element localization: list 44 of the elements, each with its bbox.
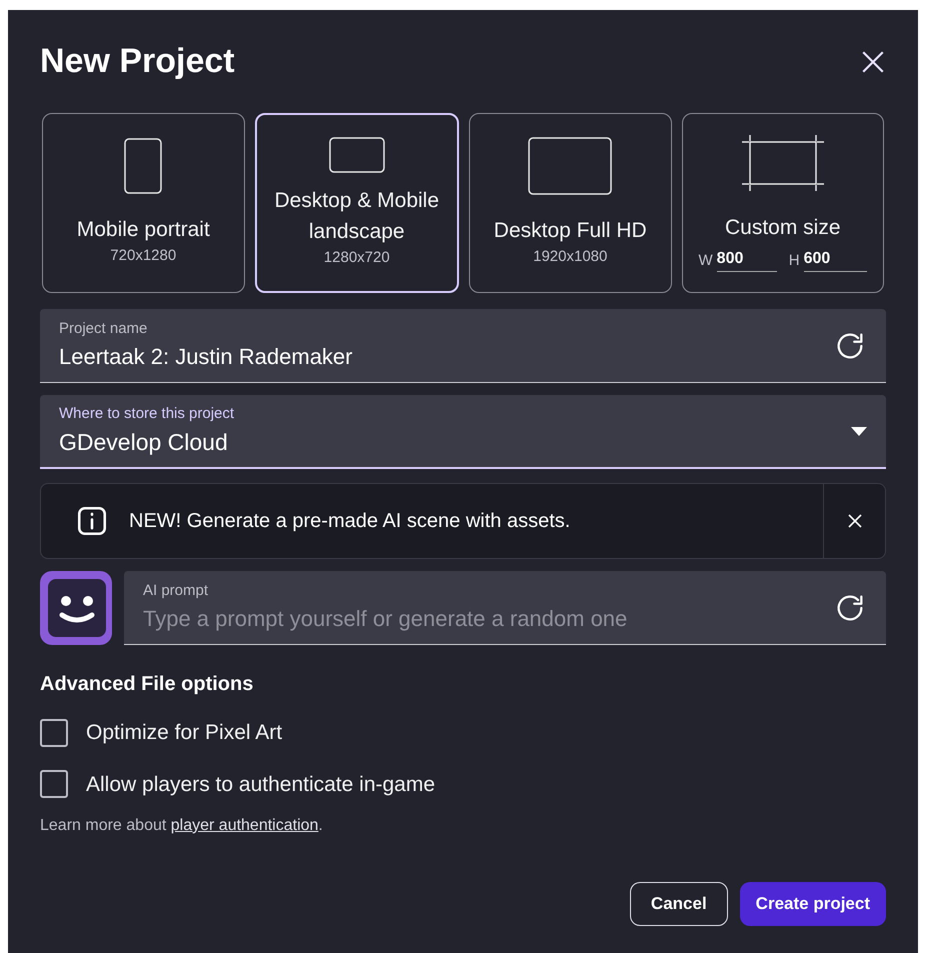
preset-title: Desktop Full HD <box>494 218 647 244</box>
preset-size: 1920x1080 <box>533 247 608 268</box>
field-label: Project name <box>59 318 148 339</box>
width-label: W <box>698 250 713 270</box>
checkbox[interactable] <box>40 718 68 747</box>
project-name-field[interactable]: Project name Leertaak 2: Justin Rademaker <box>40 309 886 383</box>
crop-frame-icon <box>740 134 825 192</box>
preset-title: Custom size <box>724 215 841 241</box>
storage-select[interactable]: Where to store this project GDevelop Cloud <box>40 395 886 469</box>
tablet-icon <box>328 136 385 173</box>
height-field[interactable]: 600 <box>804 247 867 272</box>
prompt-input[interactable]: Type a prompt yourself or generate a random one <box>143 602 833 636</box>
authentication-link[interactable]: player authentication <box>170 817 318 834</box>
preset-card[interactable]: Mobile portrait 720x1280 <box>42 113 244 293</box>
preset-card[interactable]: Desktop & Mobile landscape 1280x720 <box>254 113 459 293</box>
field-value: GDevelop Cloud <box>59 428 229 457</box>
field-label: AI prompt <box>143 580 210 601</box>
ai-prompt-box[interactable]: AI prompt Type a prompt yourself or generate a random one <box>124 571 886 645</box>
preset-title: Desktop & Mobile landscape <box>273 188 440 245</box>
cancel-button[interactable]: Cancel <box>630 882 728 926</box>
dropdown-caret-icon <box>851 426 867 436</box>
preset-card[interactable]: Custom size W 800 H 600 <box>682 113 884 293</box>
section-title: Advanced File options <box>40 672 254 697</box>
learn-more-text: Learn more about player authentication. <box>40 816 324 836</box>
dialog-title: New Project <box>40 41 235 82</box>
field-value: Leertaak 2: Justin Rademaker <box>59 343 352 372</box>
checkbox-label: Allow players to authenticate in-game <box>86 772 436 798</box>
close-icon <box>848 514 862 528</box>
close-icon <box>860 48 886 74</box>
phone-icon <box>124 138 162 194</box>
checkbox-label: Optimize for Pixel Art <box>86 720 282 746</box>
create-project-button[interactable]: Create project <box>740 882 886 926</box>
info-icon <box>75 504 109 538</box>
preset-card[interactable]: Desktop Full HD 1920x1080 <box>469 113 672 293</box>
preset-size: 1280x720 <box>324 248 390 268</box>
width-field[interactable]: 800 <box>716 247 777 272</box>
monitor-icon <box>528 137 612 196</box>
preset-title: Mobile portrait <box>76 217 210 244</box>
checkbox[interactable] <box>40 770 68 798</box>
smiley-logo-icon <box>40 571 112 645</box>
preset-size: 720x1280 <box>110 246 176 266</box>
notice-text: NEW! Generate a pre-made AI scene with assets. <box>129 509 570 534</box>
field-label: Where to store this project <box>59 404 234 424</box>
height-label: H <box>788 250 800 270</box>
